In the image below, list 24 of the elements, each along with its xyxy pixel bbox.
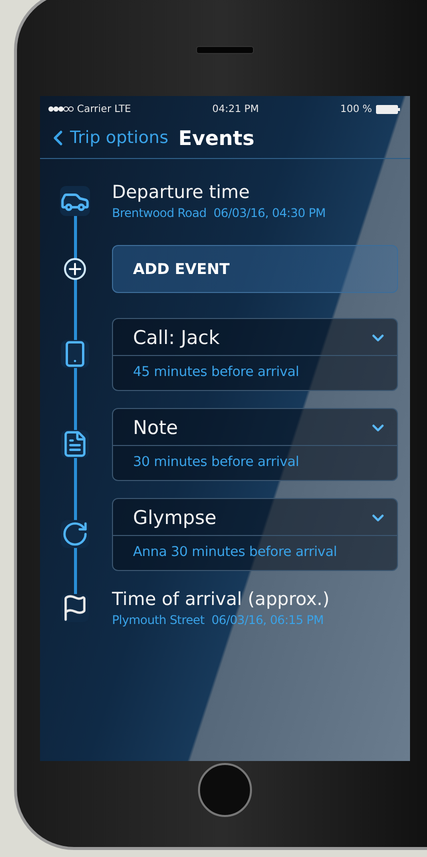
arrival-title: Time of arrival (approx.) xyxy=(112,589,330,610)
event-card[interactable]: Glympse Anna 30 minutes before arrival xyxy=(112,498,398,570)
signal-icon xyxy=(48,106,74,112)
status-time: 04:21 PM xyxy=(212,104,259,114)
back-link[interactable]: Trip options xyxy=(46,126,168,150)
battery-percent: 100 % xyxy=(340,104,372,114)
departure-details: Brentwood Road 06/03/16, 04:30 PM xyxy=(112,206,326,220)
event-card[interactable]: Note 30 minutes before arrival xyxy=(112,408,398,480)
speaker-grille xyxy=(196,46,254,54)
event-title: Call: Jack xyxy=(133,326,220,348)
event-title: Glympse xyxy=(133,506,216,528)
plus-icon xyxy=(66,260,84,278)
event-timing: Anna 30 minutes before arrival xyxy=(132,542,338,562)
event-title: Note xyxy=(133,416,178,438)
event-timing: 45 minutes before arrival xyxy=(132,362,300,382)
circular-arrow-icon xyxy=(61,520,89,548)
event-card[interactable]: Call: Jack 45 minutes before arrival xyxy=(112,318,398,390)
carrier-label: Carrier LTE xyxy=(77,104,131,114)
event-timing: 30 minutes before arrival xyxy=(132,452,300,472)
home-button[interactable] xyxy=(198,763,252,817)
add-event-button[interactable]: ADD EVENT xyxy=(112,245,398,293)
battery-icon xyxy=(376,104,400,114)
departure-title: Departure time xyxy=(112,182,251,203)
screen-title: Events xyxy=(178,126,254,150)
